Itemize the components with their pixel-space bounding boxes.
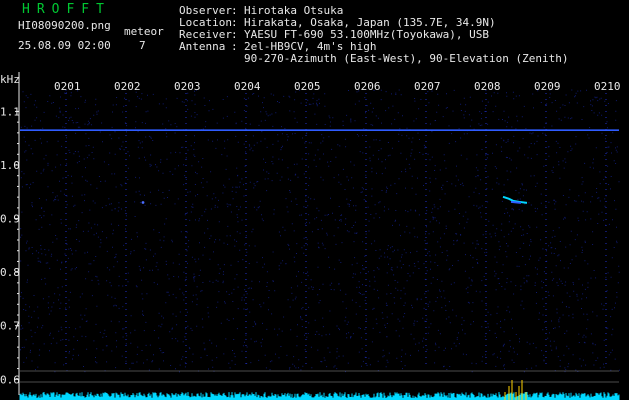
noise-speckle — [20, 89, 620, 373]
grid — [15, 72, 619, 395]
y-tick-label: 0.6 — [0, 373, 20, 386]
x-tick-label: 0206 — [354, 80, 381, 93]
y-tick-label: 0.7 — [0, 320, 20, 333]
x-tick-label: 0204 — [234, 80, 261, 93]
spectrogram: kHz 1.1 1.0 0.9 0.8 0.7 0.6 0201 0202 0203 0204 020… — [0, 72, 621, 400]
x-tick-label: 0203 — [174, 80, 201, 93]
x-tick-label: 0210 — [594, 80, 621, 93]
x-tick-label: 0208 — [474, 80, 501, 93]
x-tick-label: 0202 — [114, 80, 141, 93]
noise-field — [20, 89, 620, 373]
amplitude-strip — [19, 380, 620, 400]
x-tick-label: 0209 — [534, 80, 561, 93]
x-tick-label: 0201 — [54, 80, 81, 93]
x-tick-label: 0207 — [414, 80, 441, 93]
meteor-echoes — [141, 195, 528, 204]
y-tick-label: 1.1 — [0, 105, 20, 118]
y-axis-unit: kHz — [0, 73, 20, 86]
amplitude-bars — [19, 392, 620, 400]
y-tick-label: 1.0 — [0, 159, 20, 172]
y-tick-label: 0.9 — [0, 213, 20, 226]
meteor-echo-tail — [510, 200, 522, 204]
meteor-echo — [141, 201, 145, 204]
y-tick-label: 0.8 — [0, 266, 20, 279]
axis-labels: kHz 1.1 1.0 0.9 0.8 0.7 0.6 0201 0202 0203 0204 020… — [0, 73, 621, 386]
x-tick-label: 0205 — [294, 80, 321, 93]
